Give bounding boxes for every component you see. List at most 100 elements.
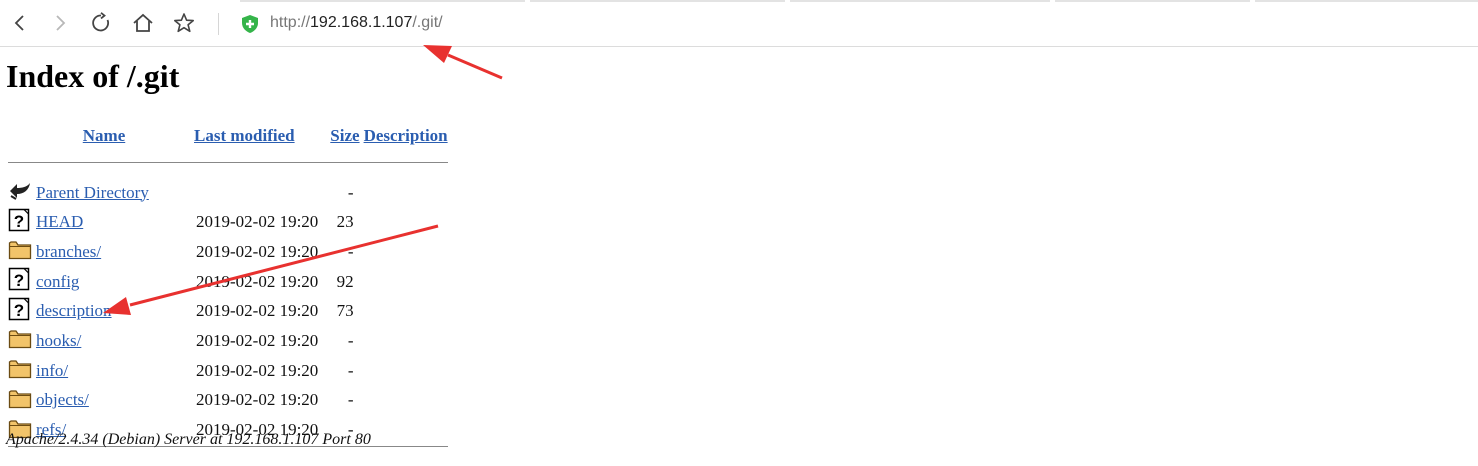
row-size: 23	[336, 212, 354, 232]
svg-text:?: ?	[14, 301, 24, 320]
row-last-modified: 2019-02-02 19:20	[196, 390, 319, 410]
back-icon[interactable]	[6, 9, 34, 37]
header-divider-row	[6, 148, 450, 178]
file-link[interactable]: description	[36, 301, 112, 320]
row-size: -	[347, 182, 354, 202]
svg-text:?: ?	[14, 271, 24, 290]
security-shield-icon[interactable]	[240, 14, 260, 34]
reload-icon[interactable]	[87, 9, 115, 37]
svg-text:?: ?	[14, 212, 24, 231]
home-icon[interactable]	[129, 9, 157, 37]
listing-rows: Parent Directory -? HEAD 2019-02-02 19:20 23…	[6, 178, 450, 445]
unknown-file-icon: ?	[8, 297, 30, 326]
row-icon-cell	[6, 356, 34, 386]
toolbar-divider	[218, 13, 219, 35]
row-icon-cell	[6, 386, 34, 416]
sort-by-name-link[interactable]: Name	[83, 126, 125, 145]
row-name-cell: description	[34, 296, 176, 326]
table-row: ? description 2019-02-02 19:20 73	[6, 296, 450, 326]
row-description	[360, 296, 450, 326]
row-size: 92	[336, 271, 354, 291]
row-icon-cell	[6, 326, 34, 356]
url-path: /.git/	[412, 14, 443, 31]
row-last-modified: 2019-02-02 19:20	[196, 360, 319, 380]
column-header-name: Name	[34, 124, 176, 148]
address-bar[interactable]: http://192.168.1.107/.git/	[270, 14, 443, 32]
column-header-description: Description	[360, 124, 450, 148]
row-icon-cell: ?	[6, 267, 34, 297]
table-row: hooks/2019-02-02 19:20 -	[6, 326, 450, 356]
row-last-modified: 2019-02-02 19:20	[196, 212, 319, 232]
url-host: 192.168.1.107	[310, 14, 413, 31]
server-signature: Apache/2.4.34 (Debian) Server at 192.168…	[6, 431, 371, 448]
row-name-cell: branches/	[34, 237, 176, 267]
tab-edge	[530, 0, 785, 2]
tab-strip	[0, 0, 1478, 2]
browser-toolbar: http://192.168.1.107/.git/	[0, 0, 1478, 47]
row-last-modified	[176, 178, 320, 208]
sort-by-description-link[interactable]: Description	[364, 126, 448, 145]
file-link[interactable]: Parent Directory	[36, 183, 149, 202]
row-size: -	[347, 390, 354, 410]
tab-edge	[790, 0, 1050, 2]
row-icon-cell: ?	[6, 296, 34, 326]
folder-icon	[8, 327, 32, 354]
forward-icon[interactable]	[46, 9, 74, 37]
row-size: -	[347, 360, 354, 380]
row-description	[360, 207, 450, 237]
row-name-cell: hooks/	[34, 326, 176, 356]
row-name-cell: HEAD	[34, 207, 176, 237]
row-last-modified: 2019-02-02 19:20	[196, 301, 319, 321]
folder-icon	[8, 387, 32, 414]
row-name-cell: info/	[34, 356, 176, 386]
row-icon-cell	[6, 237, 34, 267]
row-description	[360, 356, 450, 386]
row-size: -	[347, 330, 354, 350]
row-last-modified: 2019-02-02 19:20	[196, 241, 319, 261]
row-name-cell: config	[34, 267, 176, 297]
table-row: ? HEAD 2019-02-02 19:20 23	[6, 207, 450, 237]
row-last-modified: 2019-02-02 19:20	[196, 330, 319, 350]
row-description	[360, 326, 450, 356]
file-link[interactable]: config	[36, 272, 79, 291]
directory-listing-table: Name Last modified Size Description Pare…	[6, 124, 450, 449]
row-description	[360, 415, 450, 445]
back-arrow-icon	[8, 180, 32, 205]
file-link[interactable]: info/	[36, 361, 68, 380]
file-link[interactable]: objects/	[36, 390, 89, 409]
column-header-size: Size	[320, 124, 359, 148]
header-divider	[8, 162, 448, 164]
row-description	[360, 178, 450, 208]
row-icon-cell: ?	[6, 207, 34, 237]
unknown-file-icon: ?	[8, 208, 30, 237]
table-header-row: Name Last modified Size Description	[6, 124, 450, 148]
header-icon-cell	[6, 124, 34, 148]
row-description	[360, 237, 450, 267]
url-scheme: http://	[270, 14, 311, 31]
file-link[interactable]: hooks/	[36, 331, 81, 350]
bookmark-star-icon[interactable]	[170, 9, 198, 37]
tab-edge	[240, 0, 525, 2]
row-name-cell: Parent Directory	[34, 178, 176, 208]
row-size: -	[347, 241, 354, 261]
row-last-modified: 2019-02-02 19:20	[196, 271, 319, 291]
folder-icon	[8, 357, 32, 384]
file-link[interactable]: branches/	[36, 242, 101, 261]
row-description	[360, 267, 450, 297]
table-row: branches/2019-02-02 19:20 -	[6, 237, 450, 267]
annotation-arrow-url	[423, 45, 503, 80]
row-description	[360, 386, 450, 416]
folder-icon	[8, 238, 32, 265]
table-row: ? config 2019-02-02 19:20 92	[6, 267, 450, 297]
row-size: 73	[336, 301, 354, 321]
unknown-file-icon: ?	[8, 267, 30, 296]
row-name-cell: objects/	[34, 386, 176, 416]
sort-by-last-modified-link[interactable]: Last modified	[194, 126, 295, 145]
sort-by-size-link[interactable]: Size	[330, 126, 359, 145]
tab-edge	[1255, 0, 1478, 2]
table-row: Parent Directory -	[6, 178, 450, 208]
file-link[interactable]: HEAD	[36, 212, 83, 231]
table-row: info/2019-02-02 19:20 -	[6, 356, 450, 386]
row-icon-cell	[6, 178, 34, 208]
table-row: objects/2019-02-02 19:20 -	[6, 386, 450, 416]
